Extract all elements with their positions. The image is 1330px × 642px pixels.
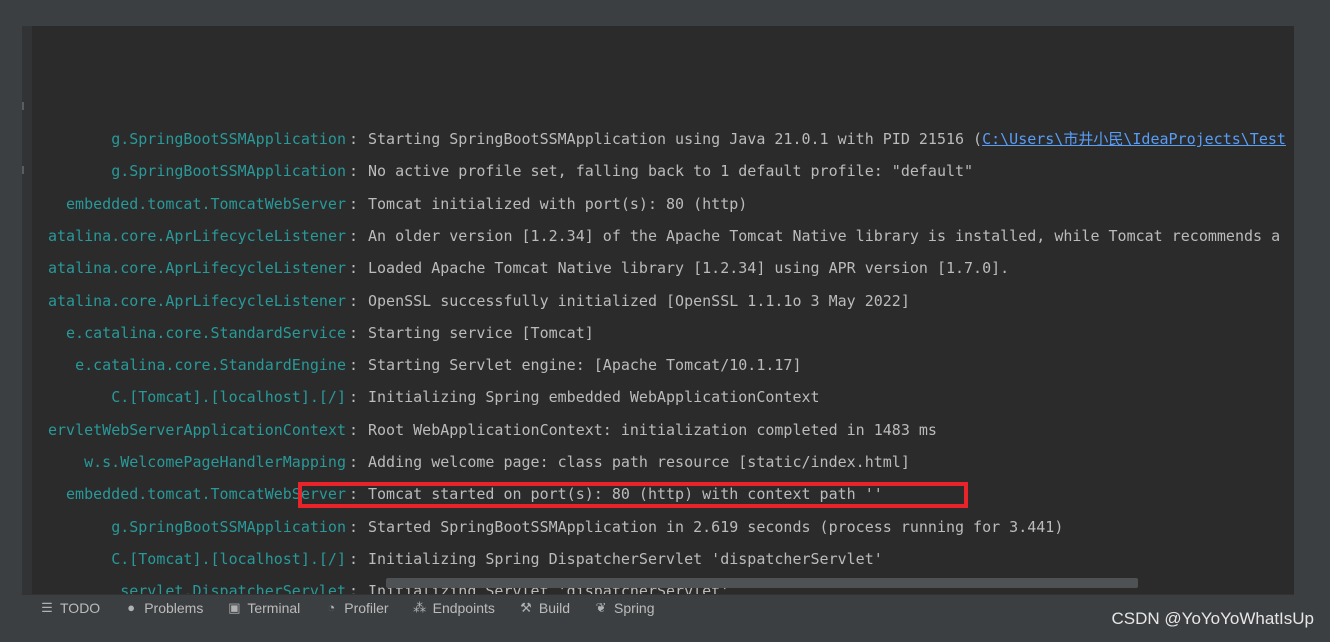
tool-tab-terminal[interactable]: ▣ Terminal: [227, 600, 300, 616]
log-message: Starting SpringBootSSMApplication using …: [368, 130, 1286, 148]
list-icon: ☰: [41, 599, 53, 615]
logger-name: e.catalina.core.StandardEngine: [75, 356, 346, 375]
tool-tab-profiler[interactable]: ◔ Profiler: [324, 600, 388, 616]
log-message: Loaded Apache Tomcat Native library [1.2…: [368, 259, 1010, 278]
log-message: Starting service [Tomcat]: [368, 323, 594, 342]
tool-tab-label: Terminal: [247, 599, 301, 616]
tool-tab-label: Endpoints: [432, 599, 495, 616]
log-separator: :: [349, 194, 359, 213]
tool-tab-label: TODO: [60, 599, 101, 616]
terminal-icon: ▣: [228, 599, 241, 615]
log-separator: :: [349, 356, 359, 375]
log-message: OpenSSL successfully initialized [OpenSS…: [368, 291, 910, 310]
logger-name: atalina.core.AprLifecycleListener: [47, 259, 346, 278]
tool-tab-label: Build: [538, 599, 571, 616]
run-console-window: g.SpringBootSSMApplication: Starting Spri…: [22, 26, 1294, 594]
endpoints-icon: ⁂: [413, 599, 427, 615]
log-separator: :: [349, 420, 359, 439]
tool-tab-endpoints[interactable]: ⁂ Endpoints: [413, 600, 495, 616]
logger-name: C.[Tomcat].[localhost].[/]: [111, 388, 346, 407]
logger-name: g.SpringBootSSMApplication: [111, 130, 346, 148]
logger-name: C.[Tomcat].[localhost].[/]: [111, 549, 346, 568]
tool-tab-build[interactable]: ⚒ Build: [519, 600, 570, 616]
watermark: CSDN @YoYoYoWhatIsUp: [1111, 609, 1314, 628]
gutter-marker: [22, 166, 24, 174]
logger-name: servlet.DispatcherServlet: [120, 582, 346, 594]
log-separator: :: [349, 226, 359, 245]
highlight-annotation: [298, 482, 968, 508]
log-separator: :: [349, 388, 359, 407]
log-separator: :: [349, 323, 359, 342]
logger-name: w.s.WelcomePageHandlerMapping: [84, 453, 346, 471]
log-separator: :: [349, 130, 359, 148]
problems-icon: ●: [127, 599, 136, 615]
log-message: Tomcat initialized with port(s): 80 (htt…: [368, 194, 748, 213]
log-separator: :: [349, 291, 359, 310]
logger-name: g.SpringBootSSMApplication: [111, 162, 346, 181]
spring-leaf-icon: ❦: [595, 599, 607, 615]
log-separator: :: [349, 517, 359, 536]
console-gutter: [22, 26, 32, 594]
log-message: Root WebApplicationContext: initializati…: [368, 420, 937, 439]
tool-tab-spring[interactable]: ❦ Spring: [594, 599, 655, 616]
logger-name: atalina.core.AprLifecycleListener: [47, 291, 346, 310]
logger-name: g.SpringBootSSMApplication: [111, 517, 346, 536]
logger-name: e.catalina.core.StandardService: [66, 323, 346, 342]
log-separator: :: [349, 453, 359, 471]
log-separator: :: [349, 549, 359, 568]
tool-tab-label: Profiler: [344, 599, 389, 616]
tool-tab-problems[interactable]: ● Problems: [124, 600, 203, 616]
log-separator: :: [349, 259, 359, 278]
log-message: Adding welcome page: class path resource…: [368, 453, 910, 471]
tool-tab-label: Problems: [144, 599, 204, 616]
logger-name: ervletWebServerApplicationContext: [47, 420, 346, 439]
profiler-icon: ◔: [327, 599, 336, 615]
log-message: Started SpringBootSSMApplication in 2.61…: [368, 517, 1064, 536]
hammer-icon: ⚒: [520, 599, 532, 615]
file-path-link[interactable]: C:\Users\市井小民\IdeaProjects\Test: [982, 130, 1286, 148]
log-message: An older version [1.2.34] of the Apache …: [368, 226, 1281, 245]
logger-name: embedded.tomcat.TomcatWebServer: [66, 194, 346, 213]
log-message: Initializing Spring embedded WebApplicat…: [368, 388, 820, 407]
log-separator: :: [349, 162, 359, 181]
log-separator: :: [349, 582, 359, 594]
gutter-marker: [22, 102, 24, 110]
tool-tab-todo[interactable]: ☰ TODO: [40, 600, 100, 616]
log-message: No active profile set, falling back to 1…: [368, 162, 974, 181]
logger-name: atalina.core.AprLifecycleListener: [47, 226, 346, 245]
log-message: Starting Servlet engine: [Apache Tomcat/…: [368, 356, 802, 375]
tool-tab-label: Spring: [614, 599, 655, 616]
log-message: Initializing Spring DispatcherServlet 'd…: [368, 549, 883, 568]
console-output[interactable]: g.SpringBootSSMApplication: Starting Spri…: [46, 128, 1294, 594]
tool-window-bar: ☰ TODO ● Problems ▣ Terminal ◔ Profiler ⁂ Endpoin…: [22, 594, 1294, 620]
horizontal-scrollbar[interactable]: [386, 578, 1138, 588]
